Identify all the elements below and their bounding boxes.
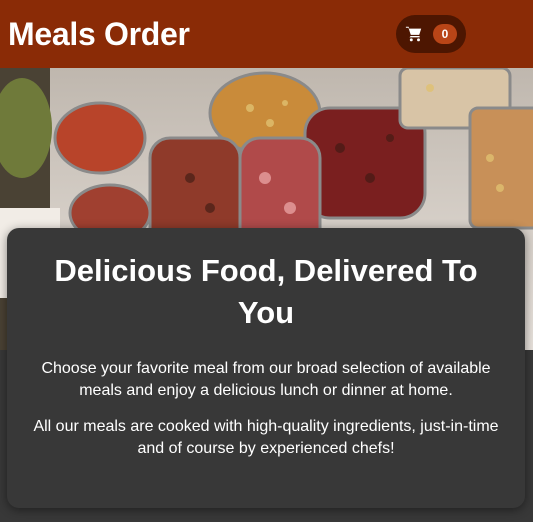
- summary-paragraph-2: All our meals are cooked with high-quali…: [33, 418, 499, 457]
- summary-paragraph-1: Choose your favorite meal from our broad…: [41, 360, 491, 399]
- meals-summary-card: Delicious Food, Delivered To You Choose …: [7, 228, 525, 508]
- cart-count-badge: 0: [433, 24, 457, 44]
- summary-title: Delicious Food, Delivered To You: [54, 253, 478, 330]
- cart-button[interactable]: 0: [396, 15, 466, 53]
- app-header: Meals Order 0: [0, 0, 533, 68]
- shopping-cart-icon: [405, 26, 422, 42]
- app-title: Meals Order: [8, 15, 190, 52]
